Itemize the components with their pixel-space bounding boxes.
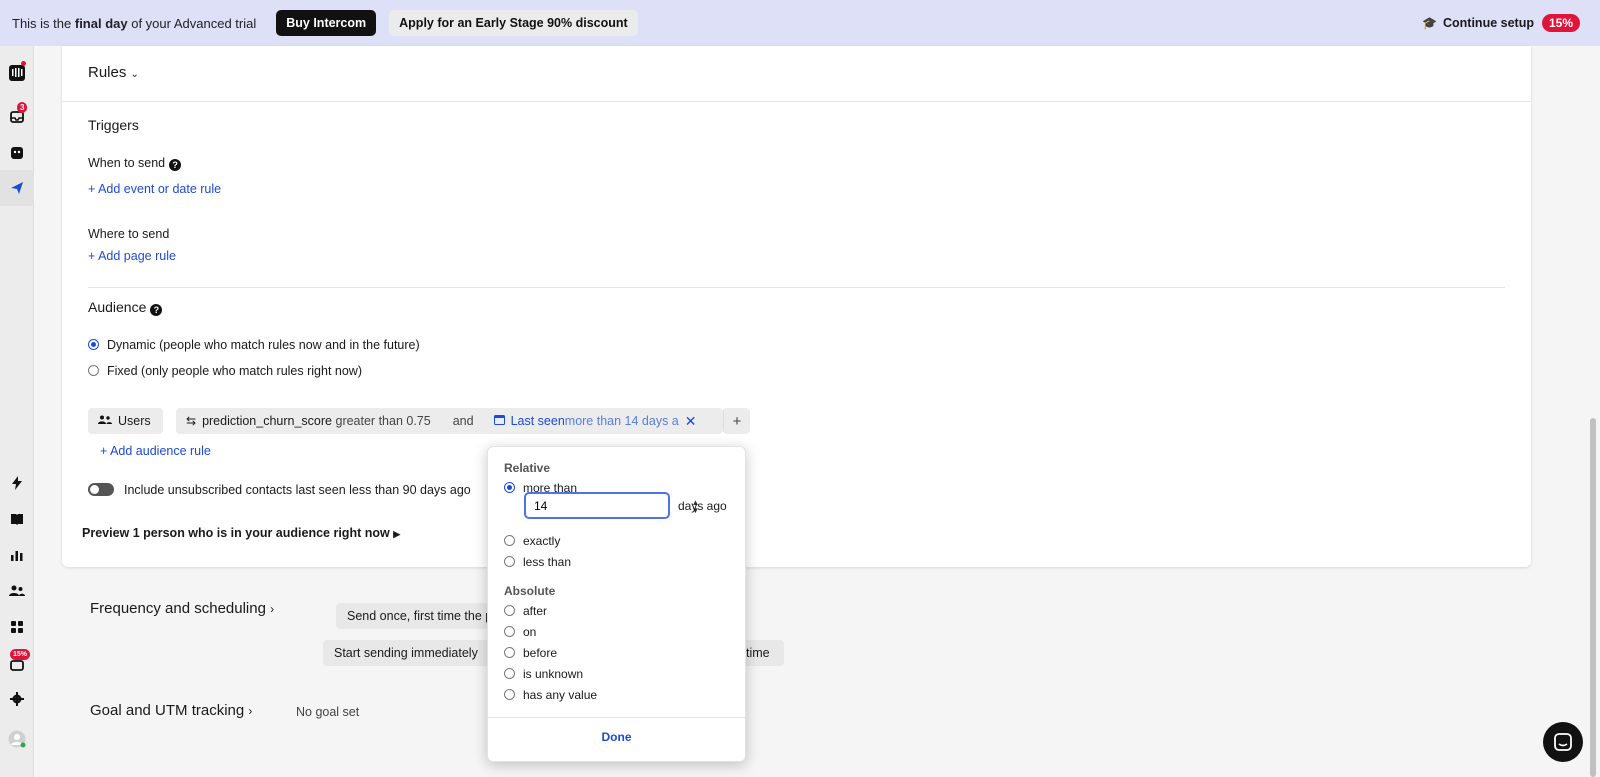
dynamic-audience-radio[interactable]: Dynamic (people who match rules now and …	[88, 338, 420, 352]
inbox-icon[interactable]: 3	[8, 102, 28, 126]
radio-unselected[interactable]	[504, 689, 515, 700]
when-to-send-label: When to send?	[88, 156, 182, 171]
audience-rules-group: ⇆ prediction_churn_score greater than 0.…	[176, 408, 723, 434]
setup-guide-icon[interactable]: 15%	[8, 649, 31, 674]
users-chip[interactable]: Users	[88, 408, 163, 434]
trial-banner: This is the final day of your Advanced t…	[0, 0, 1600, 46]
rules-dropdown[interactable]: Rules ⌄	[88, 64, 139, 81]
unsubscribed-label: Include unsubscribed contacts last seen …	[124, 483, 471, 497]
swap-arrows-icon: ⇆	[186, 414, 197, 428]
setup-progress-badge: 15%	[1541, 14, 1580, 32]
chevron-right-icon: ›	[248, 704, 253, 718]
intercom-logo-icon[interactable]	[8, 61, 26, 82]
page-scrollbar[interactable]	[1590, 418, 1596, 777]
user-avatar[interactable]	[8, 730, 26, 748]
last-seen-popover: Relative more than ▲▼ days ago exactly l…	[487, 446, 746, 762]
done-button[interactable]: Done	[488, 730, 745, 744]
chevron-down-icon: ⌄	[130, 69, 139, 80]
help-icon[interactable]: ?	[169, 159, 182, 171]
add-filter-button[interactable]: +	[723, 408, 750, 434]
radio-unselected[interactable]	[504, 647, 515, 658]
plus-icon: +	[88, 249, 99, 263]
caret-right-icon: ▶	[393, 529, 401, 539]
continue-setup-button[interactable]: 🎓 Continue setup 15%	[1422, 0, 1580, 46]
fin-icon[interactable]	[8, 144, 26, 162]
after-radio[interactable]: after	[504, 604, 547, 618]
no-goal-label: No goal set	[296, 705, 360, 719]
plus-icon: +	[100, 444, 111, 458]
book-icon[interactable]	[8, 510, 26, 528]
outbound-paper-plane-icon[interactable]	[8, 179, 26, 197]
before-radio[interactable]: before	[504, 646, 557, 660]
help-icon[interactable]: ?	[150, 304, 163, 316]
absolute-heading: Absolute	[504, 584, 556, 598]
radio-selected[interactable]	[504, 482, 515, 493]
where-to-send-label: Where to send	[88, 227, 170, 241]
chevron-right-icon: ›	[270, 602, 275, 616]
early-stage-discount-button[interactable]: Apply for an Early Stage 90% discount	[389, 10, 638, 36]
less-than-radio[interactable]: less than	[504, 555, 571, 569]
sidebar: 3 15%	[0, 46, 34, 777]
goal-heading[interactable]: Goal and UTM tracking ›	[90, 702, 252, 719]
last-seen-rule[interactable]: Last seen more than 14 days a	[493, 414, 679, 428]
reports-chart-icon[interactable]	[8, 546, 26, 564]
radio-unselected[interactable]	[504, 535, 515, 546]
exactly-radio[interactable]: exactly	[504, 534, 560, 548]
contacts-people-icon[interactable]	[8, 582, 26, 600]
days-input[interactable]	[524, 492, 670, 519]
main-content: Rules ⌄ Triggers When to send? + Add eve…	[34, 46, 1564, 777]
add-event-or-date-rule-link[interactable]: + Add event or date rule	[88, 182, 221, 196]
messenger-launcher[interactable]	[1543, 722, 1583, 762]
radio-unselected[interactable]	[88, 365, 99, 376]
radio-unselected[interactable]	[504, 605, 515, 616]
divider	[62, 101, 1531, 102]
audience-heading: Audience?	[88, 299, 163, 316]
divider	[88, 287, 1505, 288]
relative-heading: Relative	[504, 461, 551, 475]
rules-card: Rules ⌄ Triggers When to send? + Add eve…	[62, 46, 1531, 567]
on-radio[interactable]: on	[504, 625, 536, 639]
send-once-chip[interactable]: Send once, first time the p	[336, 603, 506, 629]
inbox-count-badge: 3	[17, 102, 28, 113]
radio-unselected[interactable]	[504, 556, 515, 567]
chat-icon	[1554, 733, 1572, 751]
start-sending-chip[interactable]: Start sending immediately	[323, 640, 513, 666]
and-label: and	[452, 414, 474, 428]
unsubscribed-toggle[interactable]	[88, 483, 114, 496]
frequency-heading[interactable]: Frequency and scheduling ›	[90, 600, 274, 617]
plus-icon: +	[732, 412, 742, 430]
add-page-rule-link[interactable]: + Add page rule	[88, 249, 176, 263]
radio-unselected[interactable]	[504, 626, 515, 637]
radio-selected[interactable]	[88, 339, 99, 350]
plus-icon: +	[88, 182, 99, 196]
add-audience-rule-link[interactable]: + Add audience rule	[100, 444, 211, 458]
has-any-value-radio[interactable]: has any value	[504, 688, 597, 702]
users-icon	[98, 414, 112, 428]
remove-rule-close-icon[interactable]: ✕	[685, 413, 697, 430]
is-unknown-radio[interactable]: is unknown	[504, 667, 583, 681]
setup-badge: 15%	[10, 649, 31, 660]
graduation-cap-icon: 🎓	[1422, 16, 1437, 30]
divider	[488, 717, 745, 718]
preview-audience-link[interactable]: Preview 1 person who is in your audience…	[82, 526, 400, 540]
churn-score-rule[interactable]: prediction_churn_score greater than 0.75	[202, 414, 431, 428]
lightning-icon[interactable]	[8, 474, 26, 492]
days-ago-label: days ago	[678, 499, 727, 513]
calendar-icon	[493, 414, 505, 428]
settings-gear-icon[interactable]	[8, 690, 26, 708]
apps-grid-icon[interactable]	[8, 618, 26, 636]
trial-message: This is the final day of your Advanced t…	[12, 15, 257, 31]
triggers-heading: Triggers	[88, 117, 139, 133]
buy-intercom-button[interactable]: Buy Intercom	[276, 10, 377, 36]
radio-unselected[interactable]	[504, 668, 515, 679]
fixed-audience-radio[interactable]: Fixed (only people who match rules right…	[88, 364, 362, 378]
